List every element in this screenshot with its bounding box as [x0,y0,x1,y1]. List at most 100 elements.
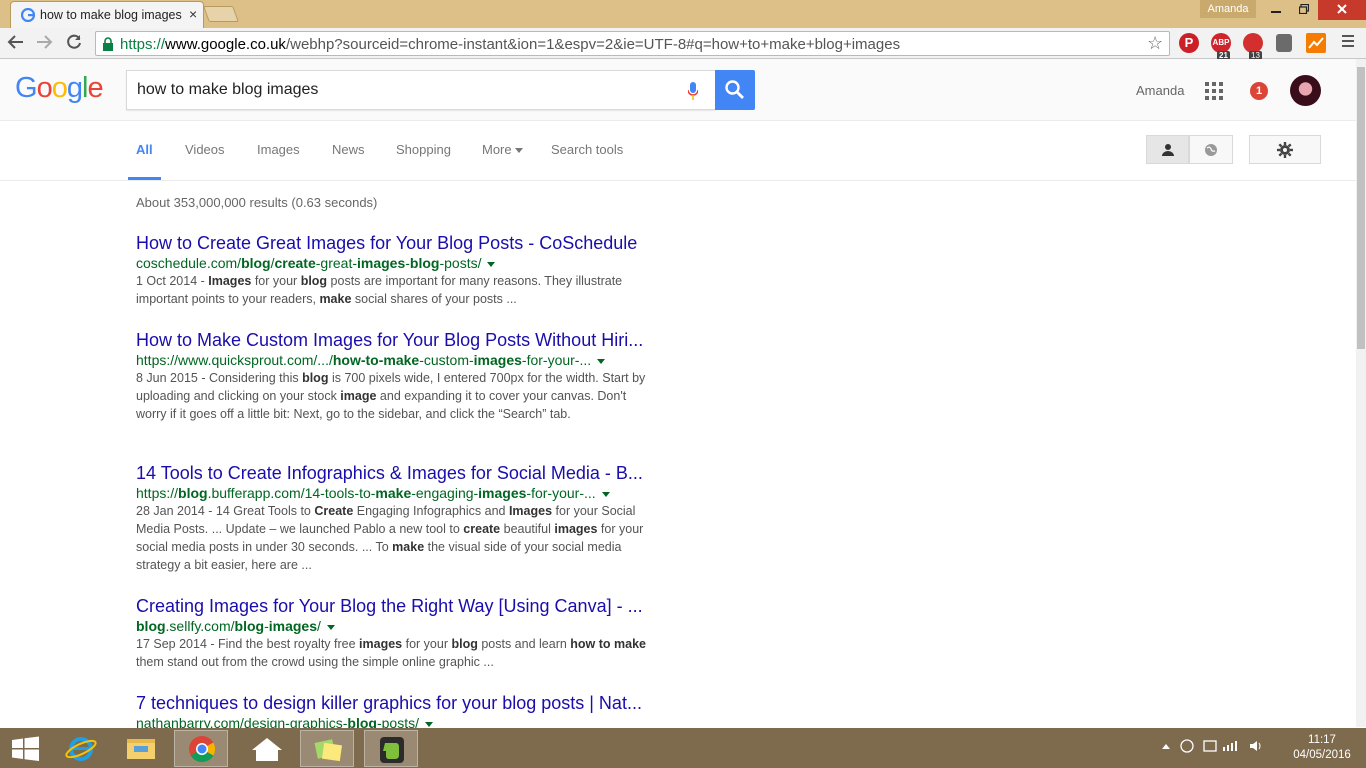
url-host: www.google.co.uk [165,36,286,53]
tab-close-icon[interactable]: × [189,6,197,22]
search-icon [725,80,744,99]
person-icon [1161,143,1174,156]
evernote-extension-icon[interactable] [1276,34,1292,52]
tab-title: how to make blog images [40,8,182,22]
result-stats: About 353,000,000 results (0.63 seconds) [136,195,378,210]
result-title-link[interactable]: How to Create Great Images for Your Blog… [136,232,652,254]
result-url: https://www.quicksprout.com/.../how-to-m… [136,351,652,369]
result-url-text: https://www.quicksprout.com/.../how-to-m… [136,352,592,368]
restore-icon [1298,3,1310,15]
logo-letter: G [15,72,38,104]
tab-videos[interactable]: Videos [185,142,225,157]
result-snippet: 17 Sep 2014 - Find the best royalty free… [136,637,646,669]
result-url-text: coschedule.com/blog/create-great-images-… [136,255,482,271]
browser-toolbar: https://www.google.co.uk/webhp?sourceid=… [0,28,1366,61]
tab-images[interactable]: Images [257,142,300,157]
tab-more-label: More [482,142,512,157]
tab-news[interactable]: News [332,142,365,157]
personal-results-toggle[interactable] [1146,135,1189,164]
result-title-link[interactable]: 14 Tools to Create Infographics & Images… [136,462,652,484]
new-tab-button[interactable] [203,6,239,22]
pinterest-extension-icon[interactable]: P [1179,33,1199,53]
browser-titlebar: how to make blog images × Amanda [0,0,1366,28]
chrome-menu-button[interactable] [1340,32,1356,54]
folder-icon [127,739,155,759]
page-scrollbar[interactable] [1356,59,1366,727]
taskbar-chrome[interactable] [174,730,228,767]
tab-more[interactable]: More [482,142,524,157]
google-header: Google how to make blog images Amanda 1 [0,59,1356,121]
logo-letter: g [66,72,83,104]
logo-letter: e [87,72,103,104]
screen: how to make blog images × Amanda https:/… [0,0,1366,768]
profile-button[interactable]: Amanda [1200,0,1256,18]
close-window-button[interactable] [1318,0,1366,20]
apps-grid-icon[interactable] [1205,82,1223,100]
taskbar-sticky-notes[interactable] [300,730,354,767]
trend-icon [1308,37,1324,49]
restore-button[interactable] [1290,0,1318,20]
search-tabs: All Videos Images News Shopping More Sea… [0,121,1356,181]
taskbar-homegroup[interactable] [240,730,294,767]
search-result: 14 Tools to Create Infographics & Images… [136,462,652,574]
arrow-left-icon [7,35,23,49]
result-url-text: https://blog.bufferapp.com/14-tools-to-m… [136,485,596,501]
minimize-button[interactable] [1262,0,1290,20]
search-result: Creating Images for Your Blog the Right … [136,595,652,671]
logo-letter: o [36,72,53,104]
result-title-link[interactable]: How to Make Custom Images for Your Blog … [136,329,652,351]
result-menu-caret-icon[interactable] [597,358,606,364]
search-button[interactable] [715,70,755,110]
browser-tab-active[interactable]: how to make blog images × [10,1,204,28]
globe-icon [1205,143,1217,156]
settings-button[interactable] [1249,135,1321,164]
system-clock[interactable]: 11:17 04/05/2016 [1284,733,1360,763]
account-name[interactable]: Amanda [1136,83,1184,98]
windows-logo-icon [12,736,39,761]
ublock-extension-icon[interactable]: 13 [1243,33,1263,61]
abp-label: ABP [1212,38,1230,47]
search-input[interactable]: how to make blog images [126,70,716,110]
taskbar-internet-explorer[interactable] [54,730,108,767]
arrow-right-icon [37,35,53,49]
search-query-text: how to make blog images [137,81,319,98]
result-menu-caret-icon[interactable] [601,491,610,497]
active-tab-indicator [128,177,161,180]
close-icon [1337,4,1347,14]
caret-down-icon [515,148,524,153]
back-button[interactable] [6,33,26,53]
gear-icon [1277,141,1293,158]
system-tray[interactable] [1160,738,1270,757]
result-menu-caret-icon[interactable] [424,721,433,727]
microphone-icon[interactable] [688,82,698,100]
tray-icons [1162,739,1261,753]
result-url: https://blog.bufferapp.com/14-tools-to-m… [136,484,652,502]
url-scheme: https:// [120,36,166,53]
result-menu-caret-icon[interactable] [326,624,335,630]
logo-letter: o [51,72,68,104]
taskbar-file-explorer[interactable] [114,730,168,767]
search-result: How to Create Great Images for Your Blog… [136,232,652,308]
avatar[interactable] [1290,75,1321,106]
notifications-badge[interactable]: 1 [1250,82,1268,100]
reload-button[interactable] [64,33,84,53]
result-menu-caret-icon[interactable] [487,261,496,267]
global-results-toggle[interactable] [1189,135,1233,164]
taskbar-evernote[interactable] [364,730,418,767]
tab-search-tools[interactable]: Search tools [551,142,623,157]
result-snippet: 1 Oct 2014 - Images for your blog posts … [136,274,623,306]
analytics-extension-icon[interactable] [1306,33,1326,53]
scrollbar-thumb[interactable] [1357,67,1365,349]
tab-all[interactable]: All [136,142,153,157]
bookmark-star-icon[interactable]: ☆ [1147,33,1163,54]
adblock-plus-extension-icon[interactable]: ABP 21 [1211,33,1231,61]
forward-button[interactable] [34,33,54,53]
home-icon [252,738,282,761]
tab-shopping[interactable]: Shopping [396,142,451,157]
result-title-link[interactable]: Creating Images for Your Blog the Right … [136,595,652,617]
sticky-notes-icon [314,739,343,762]
result-title-link[interactable]: 7 techniques to design killer graphics f… [136,692,652,714]
address-bar[interactable]: https://www.google.co.uk/webhp?sourceid=… [95,31,1170,56]
start-button[interactable] [0,730,54,767]
google-logo[interactable]: Google [15,72,104,105]
